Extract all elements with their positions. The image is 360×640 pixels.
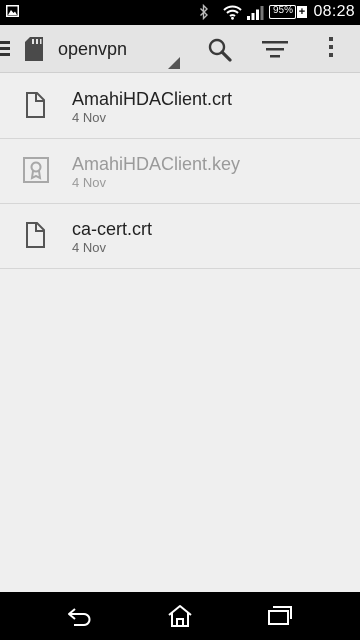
folder-title[interactable]: openvpn	[58, 38, 127, 60]
gallery-icon	[6, 5, 19, 17]
file-row[interactable]: AmahiHDAClient.crt 4 Nov	[0, 74, 360, 139]
certificate-icon	[23, 157, 49, 183]
document-icon	[26, 92, 45, 118]
action-bar: openvpn	[0, 25, 360, 73]
recents-icon[interactable]	[267, 606, 293, 626]
battery-percent: 95%	[272, 5, 293, 16]
battery-icon: 95% +	[269, 4, 309, 20]
file-date: 4 Nov	[72, 175, 106, 190]
signal-icon	[247, 6, 264, 20]
bluetooth-icon	[200, 4, 208, 20]
file-name: AmahiHDAClient.key	[72, 154, 241, 174]
charging-indicator: +	[297, 6, 307, 18]
file-name: AmahiHDAClient.crt	[72, 89, 233, 109]
dropdown-indicator-icon[interactable]	[168, 57, 180, 69]
screen: 95% + 08:28 openvpn AmahiHDAClient.crt 4…	[0, 0, 360, 640]
sort-icon[interactable]	[262, 39, 288, 59]
file-name: ca-cert.crt	[72, 219, 153, 239]
file-row[interactable]: ca-cert.crt 4 Nov	[0, 204, 360, 269]
document-icon	[26, 222, 45, 248]
status-bar: 95% + 08:28	[0, 0, 360, 25]
clock: 08:28	[313, 3, 355, 20]
overflow-menu-icon[interactable]	[324, 37, 338, 61]
back-icon[interactable]	[66, 606, 94, 626]
home-icon[interactable]	[167, 604, 193, 628]
file-date: 4 Nov	[72, 110, 106, 125]
sd-card-icon	[25, 37, 43, 61]
drawer-icon[interactable]	[0, 41, 12, 57]
file-date: 4 Nov	[72, 240, 106, 255]
wifi-icon	[223, 5, 242, 20]
file-row[interactable]: AmahiHDAClient.key 4 Nov	[0, 139, 360, 204]
search-icon[interactable]	[207, 37, 233, 63]
file-list: AmahiHDAClient.crt 4 Nov AmahiHDAClient.…	[0, 74, 360, 269]
nav-bar	[0, 592, 360, 640]
